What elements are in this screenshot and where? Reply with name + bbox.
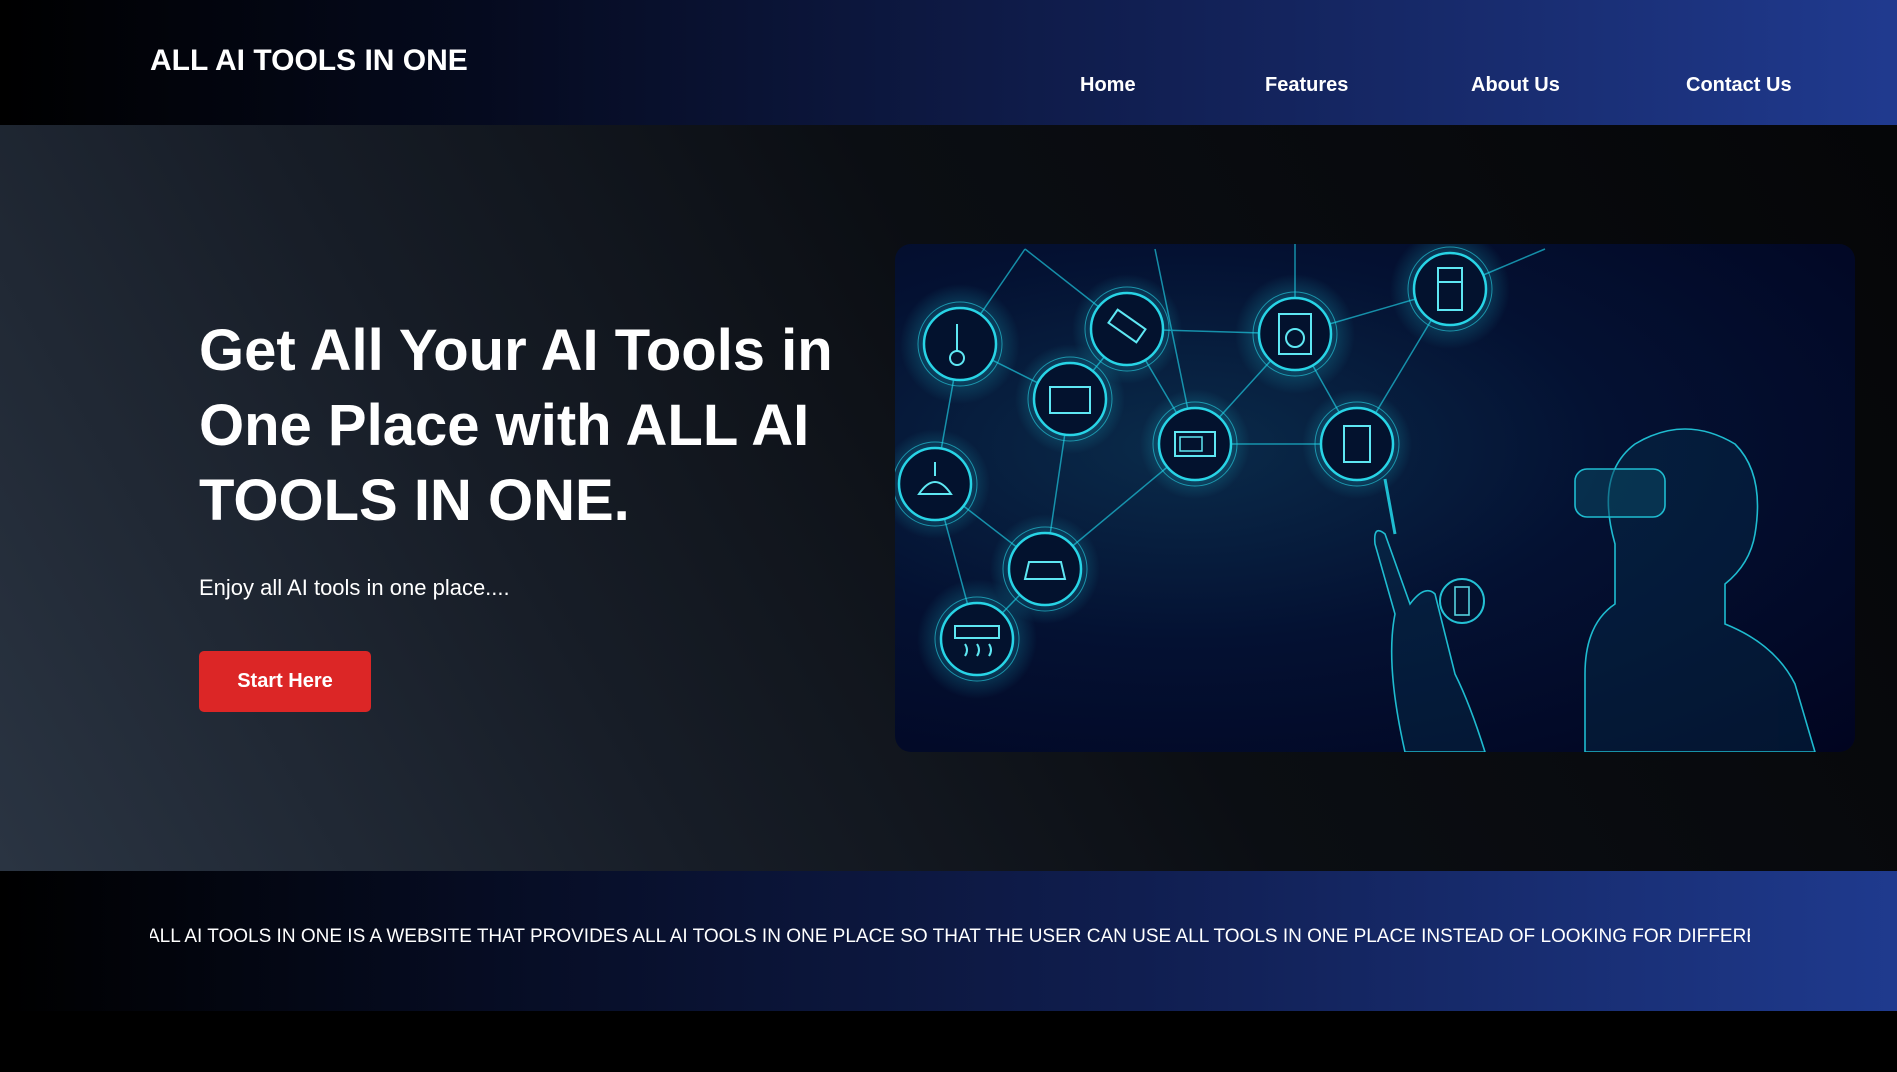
hero-subtext: Enjoy all AI tools in one place....: [199, 575, 510, 600]
page-footer-strip: [0, 1011, 1897, 1072]
fridge-icon: [1390, 244, 1510, 349]
key-icon: [900, 284, 1020, 404]
washing-machine-icon: [1235, 274, 1355, 394]
cctv-camera-icon: [1072, 274, 1182, 384]
nav-about-us[interactable]: About Us: [1471, 74, 1560, 97]
ticker-window: ALL AI TOOLS IN ONE IS A WEBSITE THAT PR…: [150, 926, 1750, 956]
nav-features[interactable]: Features: [1265, 74, 1348, 97]
hero-illustration: [895, 244, 1855, 752]
nav-contact-us[interactable]: Contact Us: [1686, 74, 1792, 97]
ticker-text: ALL AI TOOLS IN ONE IS A WEBSITE THAT PR…: [150, 926, 1750, 947]
microwave-icon: [1140, 389, 1250, 499]
nav-home[interactable]: Home: [1080, 74, 1136, 97]
about-ticker: ALL AI TOOLS IN ONE IS A WEBSITE THAT PR…: [0, 871, 1897, 1011]
site-header: ALL AI TOOLS IN ONE Home Features About …: [0, 0, 1897, 125]
vr-headset-person: [1373, 428, 1816, 752]
lamp-icon: [895, 429, 990, 539]
air-conditioner-icon: [917, 579, 1037, 699]
hero-section: Get All Your AI Tools in One Place with …: [0, 125, 1897, 871]
coffee-machine-icon: [1302, 389, 1412, 499]
start-here-button[interactable]: Start Here: [199, 651, 371, 712]
site-logo[interactable]: ALL AI TOOLS IN ONE: [150, 44, 468, 78]
hero-headline: Get All Your AI Tools in One Place with …: [199, 318, 833, 533]
